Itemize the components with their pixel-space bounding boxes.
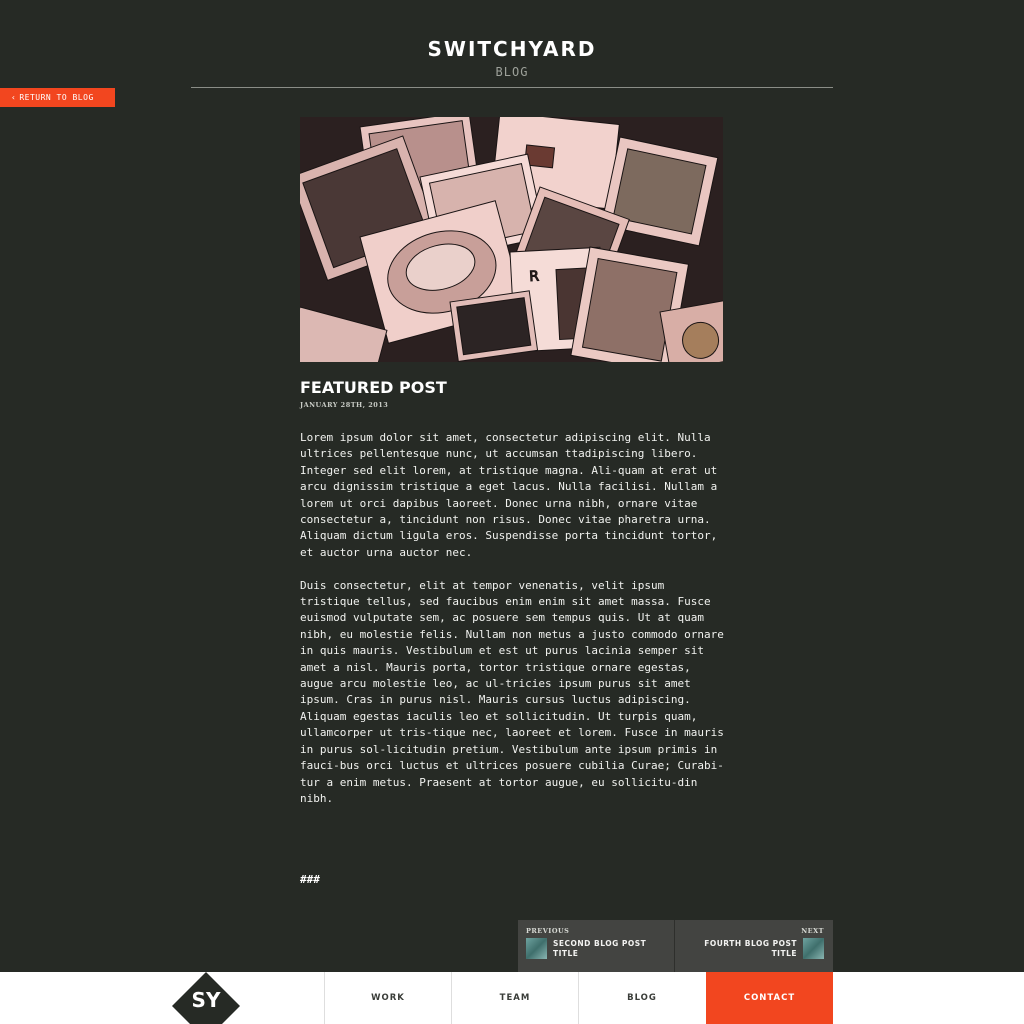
previous-post-link[interactable]: PREVIOUS SECOND BLOG POST TITLE [518, 920, 675, 972]
post-date: JANUARY 28TH, 2013 [300, 401, 389, 409]
featured-image: R [300, 117, 723, 362]
nav-work[interactable]: WORK [324, 972, 451, 1024]
logo-text: SY [192, 988, 221, 1012]
nav-contact[interactable]: CONTACT [706, 972, 833, 1024]
site-title[interactable]: SWITCHYARD [0, 37, 1024, 61]
previous-post-title: SECOND BLOG POST TITLE [553, 939, 647, 958]
return-to-blog-label: RETURN TO BLOG [19, 93, 94, 102]
site-subtitle: BLOG [495, 65, 529, 79]
next-post-link[interactable]: NEXT FOURTH BLOG POST TITLE [675, 920, 832, 972]
next-post-thumbnail [803, 938, 824, 959]
nav-blog[interactable]: BLOG [578, 972, 705, 1024]
return-to-blog-button[interactable]: ‹ RETURN TO BLOG [0, 88, 115, 107]
post-paragraph: Lorem ipsum dolor sit amet, consectetur … [300, 431, 718, 559]
next-label: NEXT [801, 927, 824, 935]
post-title: FEATURED POST [300, 378, 447, 397]
svg-text:R: R [529, 269, 540, 286]
next-post-title: FOURTH BLOG POST TITLE [704, 939, 797, 958]
post-paragraph: Duis consectetur, elit at tempor venenat… [300, 578, 724, 805]
previous-label: PREVIOUS [526, 927, 570, 935]
logo[interactable]: SY [172, 972, 240, 1024]
post-end-mark: ### [300, 873, 320, 886]
chevron-left-icon: ‹ [11, 93, 17, 102]
post-body: Lorem ipsum dolor sit amet, consectetur … [300, 430, 730, 824]
post-navigation: PREVIOUS SECOND BLOG POST TITLE NEXT FOU… [518, 920, 833, 972]
header-divider [191, 87, 833, 88]
nav-team[interactable]: TEAM [451, 972, 578, 1024]
previous-post-thumbnail [526, 938, 547, 959]
